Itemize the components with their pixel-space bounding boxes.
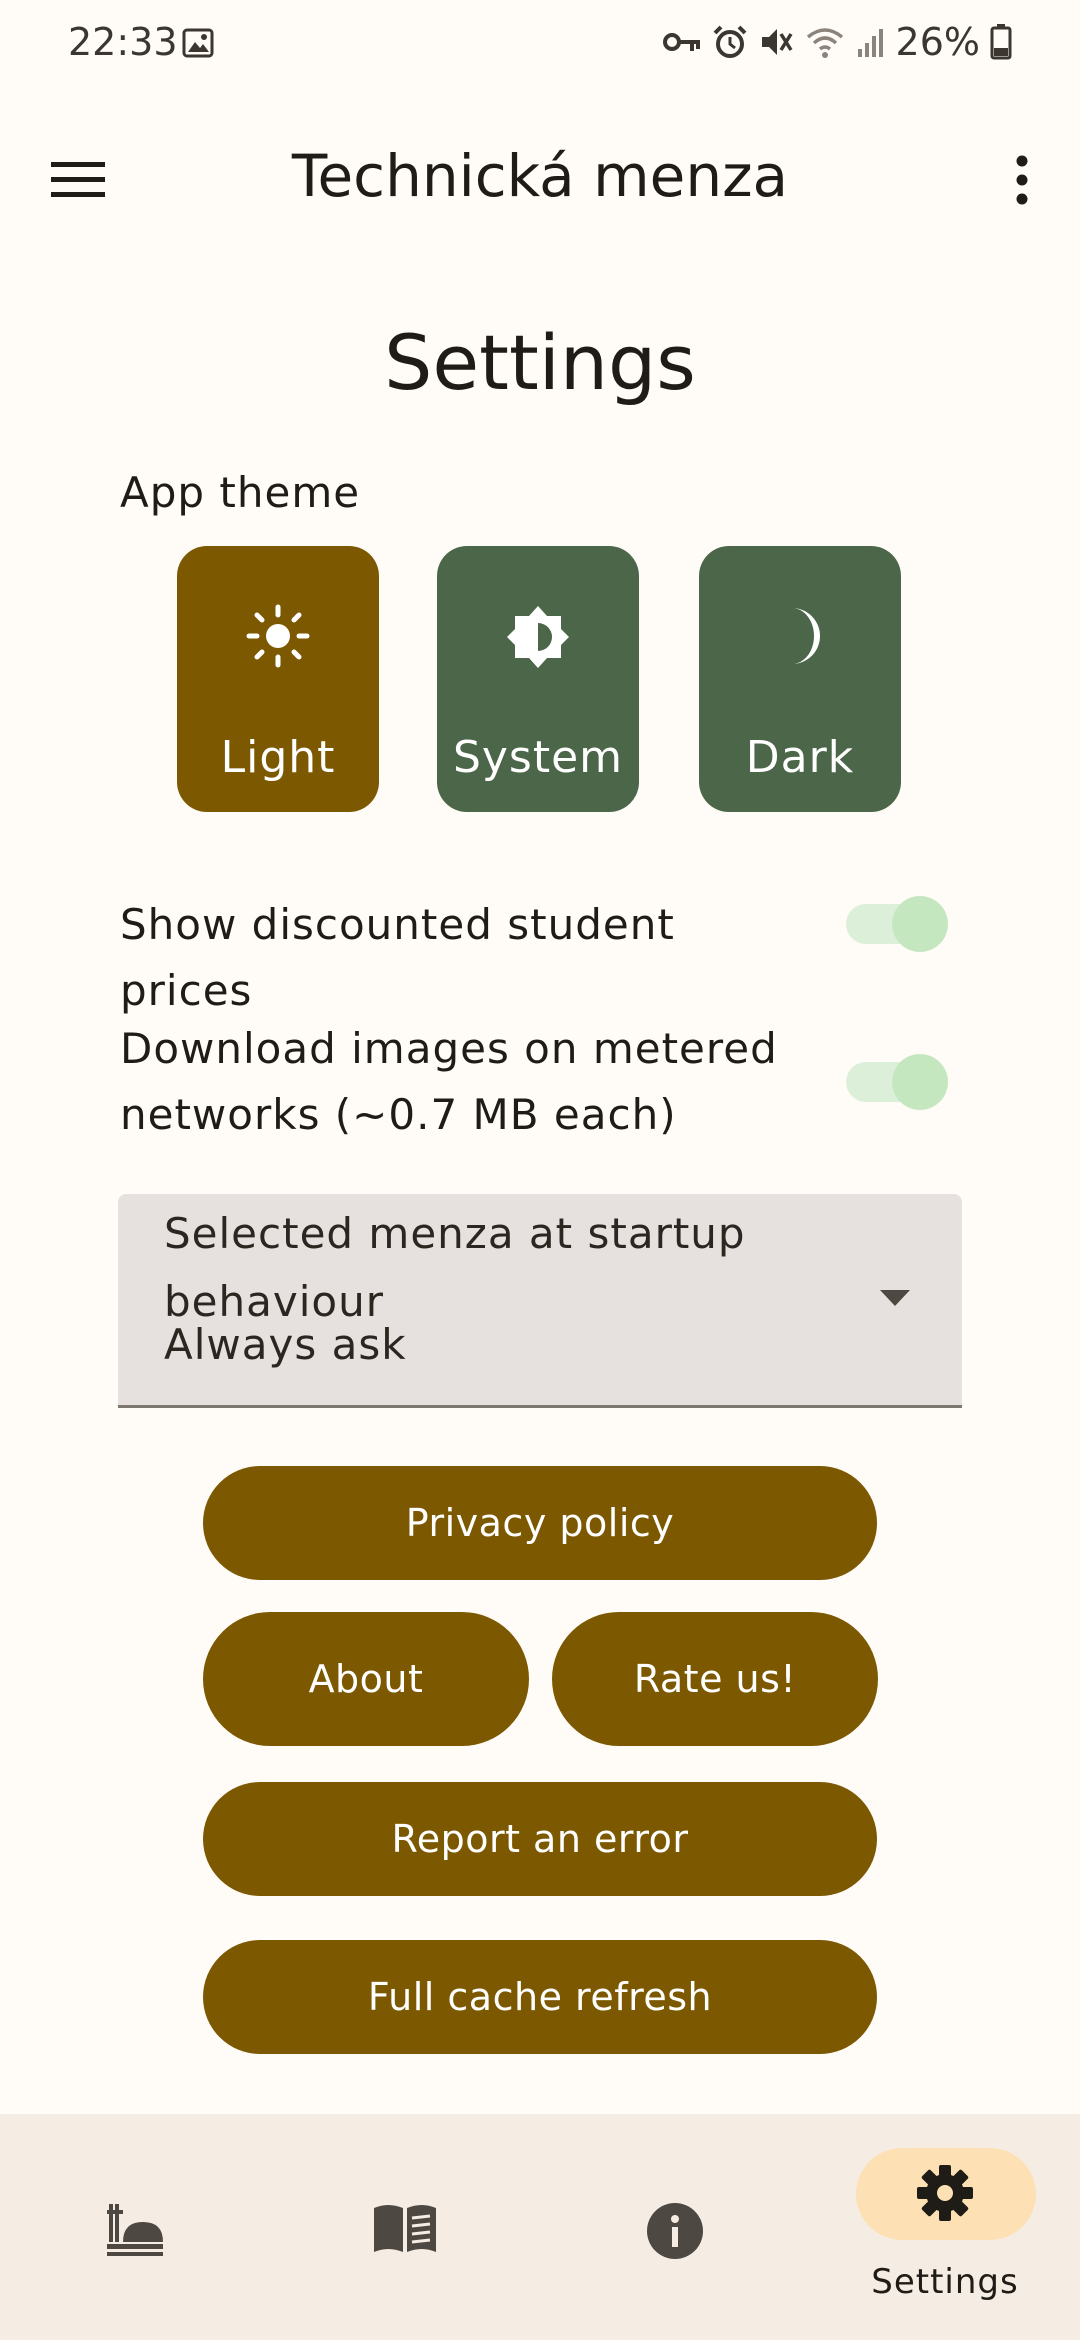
top-app-bar: Technická menza bbox=[0, 120, 1080, 240]
info-icon bbox=[540, 2202, 810, 2260]
settings-screen: 22:33 26% Technická menza Settings App t… bbox=[0, 0, 1080, 2340]
dropdown-label: Selected menza at startup behaviour bbox=[164, 1209, 746, 1326]
metered-images-row[interactable]: Download images on metered networks (~0.… bbox=[120, 1016, 960, 1148]
student-prices-row[interactable]: Show discounted student prices bbox=[120, 892, 960, 1024]
metered-images-switch[interactable] bbox=[846, 1054, 948, 1110]
mute-icon bbox=[758, 24, 794, 60]
dropdown-arrow-icon bbox=[880, 1290, 910, 1310]
student-prices-switch[interactable] bbox=[846, 896, 948, 952]
dropdown-value: Always ask bbox=[164, 1320, 407, 1369]
nav-settings-label: Settings bbox=[871, 2262, 1019, 2302]
theme-system-label: System bbox=[452, 732, 624, 783]
full-cache-refresh-button[interactable]: Full cache refresh bbox=[203, 1940, 877, 2054]
nav-item-menu[interactable] bbox=[270, 2114, 540, 2340]
gallery-icon bbox=[182, 28, 214, 62]
theme-system-button[interactable]: System bbox=[437, 546, 639, 812]
nav-item-food[interactable] bbox=[0, 2114, 270, 2340]
app-theme-label: App theme bbox=[120, 468, 361, 517]
status-time: 22:33 bbox=[68, 20, 178, 64]
nav-item-info[interactable] bbox=[540, 2114, 810, 2340]
bottom-navigation: Settings bbox=[0, 2114, 1080, 2340]
startup-behaviour-dropdown[interactable]: Selected menza at startup behaviour Alwa… bbox=[118, 1194, 962, 1408]
gear-icon bbox=[810, 2164, 1080, 2222]
theme-dark-button[interactable]: Dark bbox=[699, 546, 901, 812]
sun-icon bbox=[177, 604, 379, 674]
report-error-button[interactable]: Report an error bbox=[203, 1782, 877, 1896]
moon-icon bbox=[699, 604, 901, 674]
signal-icon bbox=[856, 25, 886, 59]
about-button[interactable]: About bbox=[203, 1612, 529, 1746]
more-vert-icon[interactable] bbox=[992, 148, 1052, 212]
student-prices-label: Show discounted student prices bbox=[120, 900, 675, 1015]
nav-item-settings[interactable]: Settings bbox=[810, 2114, 1080, 2340]
battery-percent: 26% bbox=[895, 20, 980, 64]
theme-light-label: Light bbox=[220, 732, 336, 783]
app-title: Technická menza bbox=[291, 142, 789, 210]
metered-images-label: Download images on metered networks (~0.… bbox=[120, 1024, 778, 1139]
switch-thumb bbox=[892, 896, 948, 952]
status-bar: 22:33 26% bbox=[0, 0, 1080, 90]
theme-dark-label: Dark bbox=[745, 732, 855, 783]
food-tray-icon bbox=[0, 2202, 270, 2256]
vpn-key-icon bbox=[662, 27, 702, 57]
page-title: Settings bbox=[384, 318, 696, 407]
wifi-icon bbox=[804, 25, 846, 59]
rate-us-button[interactable]: Rate us! bbox=[552, 1612, 878, 1746]
theme-light-button[interactable]: Light bbox=[177, 546, 379, 812]
menu-book-icon bbox=[270, 2202, 540, 2254]
status-icons: 26% bbox=[662, 20, 1012, 64]
alarm-icon bbox=[712, 24, 748, 60]
battery-icon bbox=[990, 24, 1012, 60]
privacy-policy-button[interactable]: Privacy policy bbox=[203, 1466, 877, 1580]
brightness-auto-icon bbox=[437, 604, 639, 674]
switch-thumb bbox=[892, 1054, 948, 1110]
